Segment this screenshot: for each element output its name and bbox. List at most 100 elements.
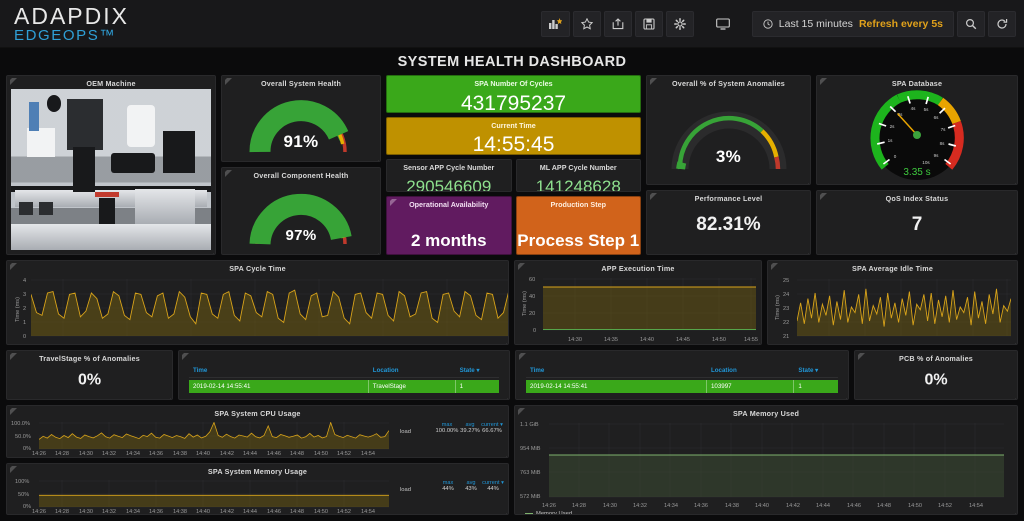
panel-operational-availability[interactable]: Operational Availability 2 months	[386, 196, 512, 255]
panel-resize-handle[interactable]	[500, 337, 507, 344]
panel-menu-icon[interactable]	[10, 408, 17, 415]
column-header-state[interactable]: State ▾	[794, 365, 838, 376]
x-tick: 14:32	[102, 509, 116, 515]
panel-resize-handle[interactable]	[840, 392, 847, 399]
panel-resize-handle[interactable]	[164, 392, 171, 399]
star-icon[interactable]	[572, 10, 601, 37]
panel-menu-icon[interactable]	[650, 193, 657, 200]
panel-menu-icon[interactable]	[820, 193, 827, 200]
chart-plot-area	[549, 423, 1004, 498]
table-row[interactable]: 2019-02-14 14:55:41 103997 1	[526, 380, 838, 393]
panel-pcb-anomalies[interactable]: PCB % of Anomalies 0%	[854, 350, 1018, 400]
share-icon[interactable]	[603, 10, 632, 37]
panel-resize-handle[interactable]	[372, 154, 379, 161]
panel-resize-handle[interactable]	[1009, 392, 1016, 399]
panel-ml-app-cycle-number[interactable]: ML APP Cycle Number 141248628	[515, 159, 641, 192]
panel-menu-icon[interactable]	[182, 353, 189, 360]
panel-oem-machine[interactable]: OEM Machine	[6, 75, 216, 255]
panel-resize-handle[interactable]	[207, 247, 214, 254]
panel-menu-icon[interactable]	[10, 466, 17, 473]
search-icon[interactable]	[957, 10, 985, 37]
gauge-value: 91%	[283, 131, 319, 151]
panel-menu-icon[interactable]	[820, 78, 827, 85]
panel-spa-cycle-time[interactable]: SPA Cycle Time Time (ms) 4 3 2 1 0	[6, 260, 509, 345]
panel-sensor-app-cycle-number[interactable]: Sensor APP Cycle Number 290546609	[386, 159, 512, 192]
legend-item[interactable]: load	[397, 429, 411, 435]
panel-resize-handle[interactable]	[1009, 337, 1016, 344]
panel-location-table[interactable]: Time Location State ▾ 2019-02-14 14:55:4…	[515, 350, 849, 400]
system-health-gauge: 91%	[247, 94, 355, 156]
panel-grid: OEM Machine Overall System Health 91% Ov…	[0, 75, 1024, 521]
column-header-location[interactable]: Location	[707, 365, 794, 376]
panel-resize-handle[interactable]	[1009, 247, 1016, 254]
panel-row-4: SPA System CPU Usage 100.0% 50.0% 0% 14:…	[6, 405, 1018, 515]
panel-current-time[interactable]: Current Time 14:55:45	[386, 117, 641, 155]
gear-icon[interactable]	[665, 10, 694, 37]
panel-menu-icon[interactable]	[225, 170, 232, 177]
panel-spa-system-memory-usage[interactable]: SPA System Memory Usage 100% 50% 0% 14:2…	[6, 463, 509, 515]
panel-menu-icon[interactable]	[10, 263, 17, 270]
panel-menu-icon[interactable]	[10, 78, 17, 85]
panel-resize-handle[interactable]	[1009, 507, 1016, 514]
panel-spa-system-cpu-usage[interactable]: SPA System CPU Usage 100.0% 50.0% 0% 14:…	[6, 405, 509, 458]
brand-logo[interactable]: ADAPDIX EDGEOPS™	[0, 3, 129, 44]
panel-menu-icon[interactable]	[518, 408, 525, 415]
panel-menu-icon[interactable]	[771, 263, 778, 270]
legend-col-max[interactable]: max 44%	[435, 480, 461, 492]
legend-item[interactable]: Memory Used	[525, 511, 572, 514]
panel-menu-icon[interactable]	[650, 78, 657, 85]
panel-resize-handle[interactable]	[753, 337, 760, 344]
panel-menu-icon[interactable]	[390, 199, 397, 206]
panel-overall-component-health[interactable]: Overall Component Health 97%	[221, 167, 381, 255]
column-header-state[interactable]: State ▾	[456, 365, 499, 376]
panel-menu-icon[interactable]	[10, 353, 17, 360]
panel-spa-number-of-cycles[interactable]: SPA Number Of Cycles 431795237	[386, 75, 641, 113]
panel-title: Overall % of System Anomalies	[672, 79, 785, 88]
panel-qos-index-status[interactable]: QoS Index Status 7	[816, 190, 1018, 255]
gauge-container: 91%	[222, 90, 380, 159]
table-row[interactable]: 2019-02-14 14:55:41 TravelStage 1	[189, 380, 499, 393]
chart-legend[interactable]: Memory Used	[525, 511, 572, 514]
panel-production-step[interactable]: Production Step Process Step 1	[515, 196, 641, 255]
panel-menu-icon[interactable]	[518, 263, 525, 270]
x-tick: 14:26	[542, 503, 556, 509]
navbar-actions: Last 15 minutes Refresh every 5s	[540, 10, 1024, 37]
panel-title: PCB % of Anomalies	[898, 354, 974, 363]
column-header-time[interactable]: Time	[189, 365, 369, 376]
display-icon[interactable]	[708, 11, 738, 37]
save-icon[interactable]	[634, 10, 663, 37]
panel-resize-handle[interactable]	[1009, 177, 1016, 184]
legend-col-current[interactable]: current ▾ 66.67%	[477, 422, 507, 434]
time-range-picker[interactable]: Last 15 minutes Refresh every 5s	[751, 10, 954, 37]
svg-text:9s: 9s	[934, 153, 940, 158]
add-panel-icon[interactable]	[540, 10, 570, 37]
column-header-time[interactable]: Time	[526, 365, 707, 376]
panel-resize-handle[interactable]	[802, 247, 809, 254]
panel-overall-pct-system-anomalies[interactable]: Overall % of System Anomalies 3%	[646, 75, 811, 185]
panel-resize-handle[interactable]	[500, 450, 507, 457]
panel-travelstage-table[interactable]: Time Location State ▾ 2019-02-14 14:55:4…	[178, 350, 510, 400]
y-tick: 40	[529, 294, 536, 300]
x-tick: 14:52	[337, 451, 351, 457]
panel-menu-icon[interactable]	[858, 353, 865, 360]
panel-menu-icon[interactable]	[519, 353, 526, 360]
y-axis-label: Time (ms)	[522, 291, 528, 316]
refresh-icon[interactable]	[988, 10, 1016, 37]
y-tick: 3	[23, 292, 27, 298]
legend-item[interactable]: load	[397, 487, 411, 493]
panel-resize-handle[interactable]	[500, 507, 507, 514]
column-header-location[interactable]: Location	[369, 365, 456, 376]
panel-resize-handle[interactable]	[501, 392, 508, 399]
panel-spa-memory-used[interactable]: SPA Memory Used 1.1 GiB 954 MiB 763 MiB …	[514, 405, 1018, 515]
panel-spa-database[interactable]: SPA Database 0 1s 2s 3s 4s 5s 6s 7s 8s 9…	[816, 75, 1018, 185]
panel-travelstage-anomalies[interactable]: TravelStage % of Anomalies 0%	[6, 350, 173, 400]
panel-spa-average-idle-time[interactable]: SPA Average Idle Time Time (ms) 25 24 23…	[767, 260, 1018, 345]
legend-col-current[interactable]: current ▾ 44%	[479, 480, 507, 492]
panel-resize-handle[interactable]	[802, 177, 809, 184]
stat-value: 290546609	[406, 177, 492, 192]
panel-performance-level[interactable]: Performance Level 82.31%	[646, 190, 811, 255]
panel-overall-system-health[interactable]: Overall System Health 91%	[221, 75, 381, 162]
panel-app-execution-time[interactable]: APP Execution Time Time (ms) 60 40 20 0	[514, 260, 762, 345]
panel-resize-handle[interactable]	[372, 247, 379, 254]
panel-menu-icon[interactable]	[225, 78, 232, 85]
